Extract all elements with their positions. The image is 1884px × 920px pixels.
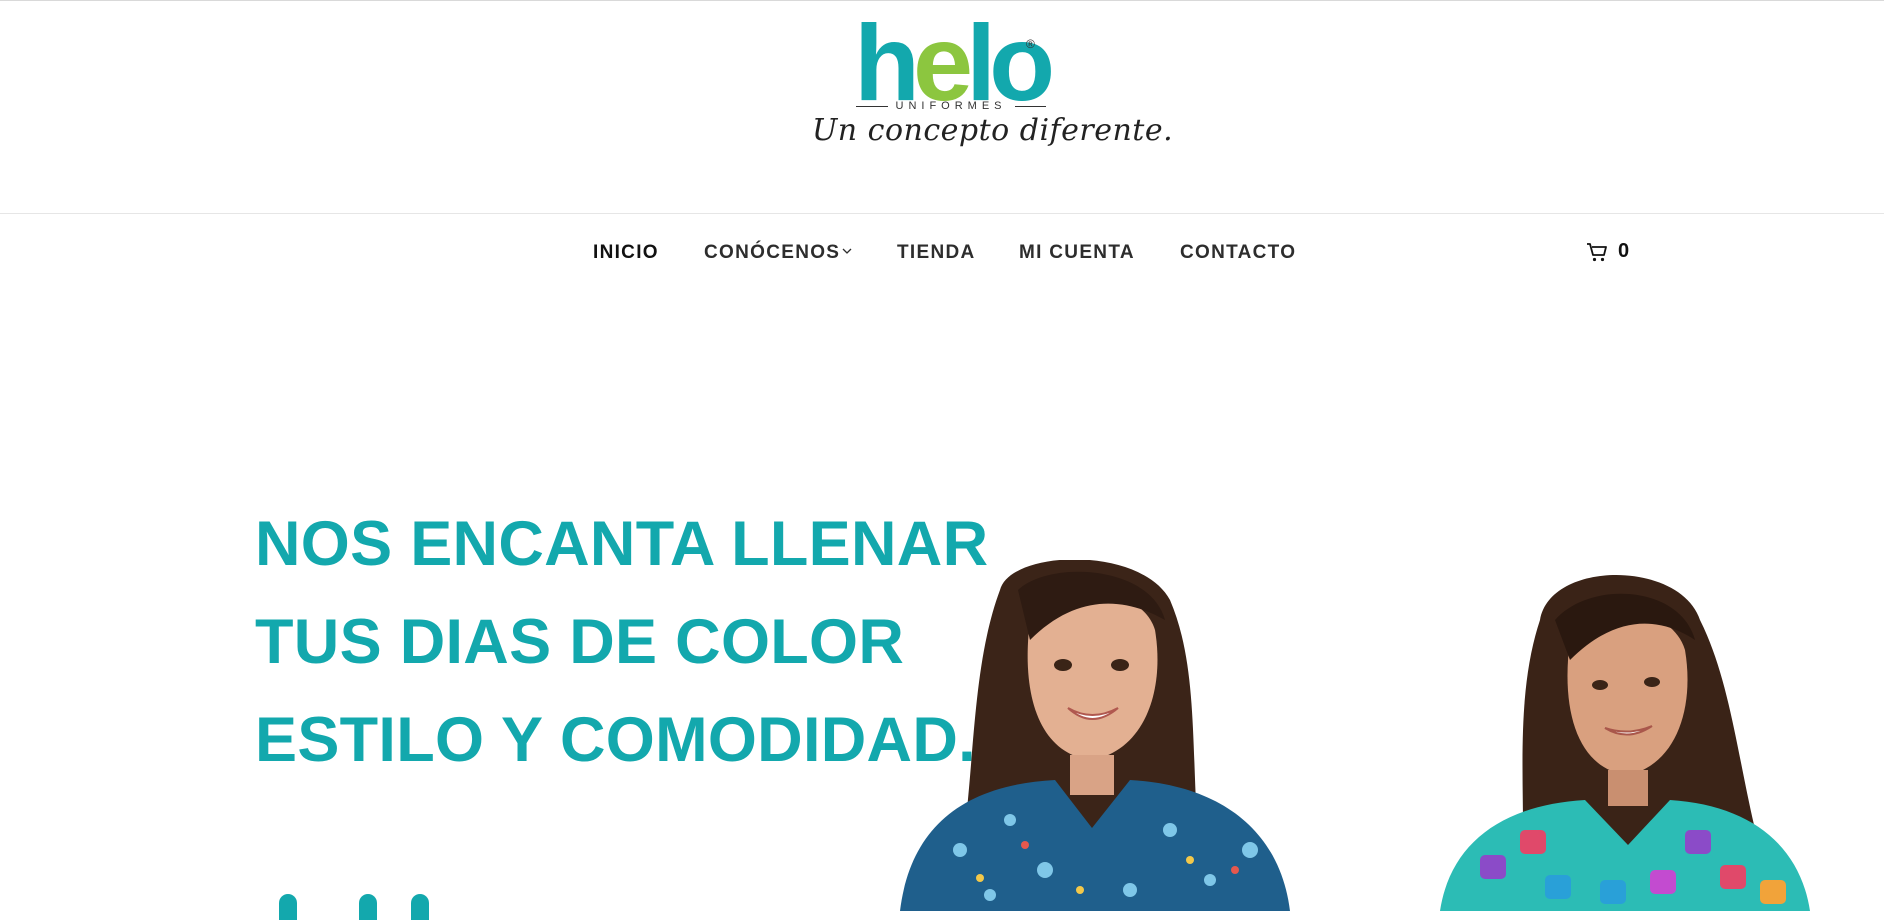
nav-item-tienda[interactable]: TIENDA [897, 242, 976, 264]
site-header: helo ® UNIFORMES Un concepto diferente. [0, 1, 1884, 213]
nav-item-conocenos-label: CONÓCENOS [704, 242, 841, 263]
logo-tagline: Un concepto diferente. [812, 113, 1174, 148]
main-navigation: INICIO CONÓCENOS TIENDA MI CUENTA CONTAC… [0, 214, 1884, 292]
nav-item-conocenos[interactable]: CONÓCENOS [704, 242, 852, 264]
nav-item-contacto[interactable]: CONTACTO [1180, 242, 1296, 264]
hero-line: TUS DIAS DE COLOR [255, 607, 905, 677]
registered-mark: ® [1026, 37, 1035, 51]
hero-heading: NOS ENCANTA LLENAR TUS DIAS DE COLOR EST… [255, 495, 988, 789]
nav-item-mi-cuenta[interactable]: MI CUENTA [1019, 242, 1135, 264]
hero-line: ESTILO Y COMODIDAD. [255, 705, 976, 775]
hero-image [900, 560, 1810, 911]
logo-subline: UNIFORMES [856, 101, 1046, 112]
partially-visible-text [255, 880, 465, 920]
brand-logo[interactable]: helo ® UNIFORMES Un concepto diferente. [806, 9, 1173, 157]
cart-count: 0 [1618, 240, 1630, 262]
nav-item-inicio[interactable]: INICIO [593, 242, 659, 264]
chevron-down-icon [842, 248, 852, 254]
cart-icon [1587, 242, 1607, 261]
cart-button[interactable]: 0 [1586, 240, 1629, 263]
hero-line: NOS ENCANTA LLENAR [255, 509, 989, 579]
